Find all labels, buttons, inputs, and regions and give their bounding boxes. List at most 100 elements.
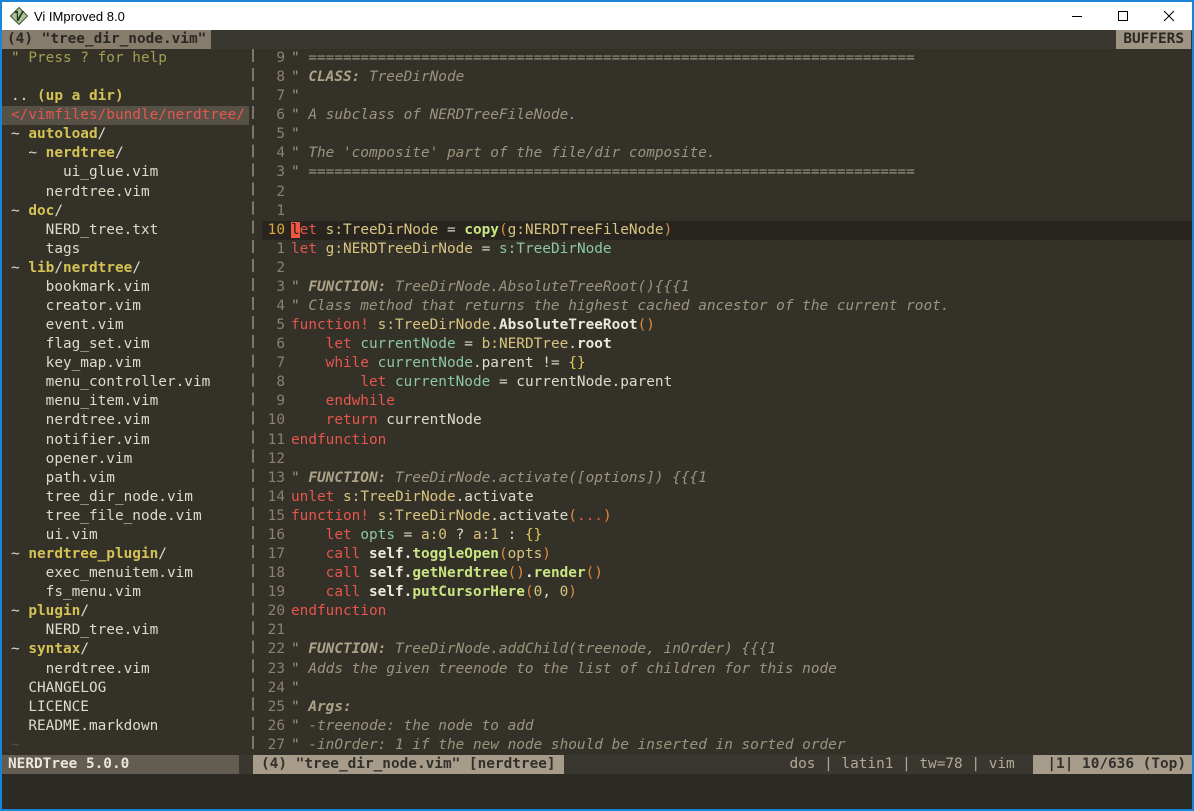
row-text: ~ autoload/ [11, 126, 106, 142]
tree-item[interactable]: notifier.vim [2, 431, 249, 450]
tree-item[interactable]: ~ nerdtree/ [2, 144, 249, 163]
tree-item[interactable]: path.vim [2, 469, 249, 488]
code-line[interactable]: 1 [262, 202, 1192, 221]
code-line[interactable]: 5" [262, 125, 1192, 144]
code-line[interactable]: 2 [262, 183, 1192, 202]
tree-item[interactable]: nerdtree.vim [2, 411, 249, 430]
command-line[interactable] [2, 774, 1192, 809]
code-line[interactable]: 22" FUNCTION: TreeDirNode.addChild(treen… [262, 640, 1192, 659]
tree-item[interactable]: tree_dir_node.vim [2, 488, 249, 507]
tree-item[interactable]: CHANGELOG [2, 679, 249, 698]
token-tx: / [54, 260, 63, 276]
tree-item[interactable]: tree_file_node.vim [2, 507, 249, 526]
window-split-separator[interactable] [249, 49, 262, 755]
tree-item[interactable]: ~ nerdtree_plugin/ [2, 545, 249, 564]
code-line[interactable]: 23" Adds the given treenode to the list … [262, 660, 1192, 679]
code-line[interactable]: 19 call self.putCursorHere(0, 0) [262, 583, 1192, 602]
tree-item[interactable]: nerdtree.vim [2, 183, 249, 202]
tree-item[interactable] [2, 68, 249, 87]
code-line[interactable]: 7" [262, 87, 1192, 106]
tree-item[interactable]: ~ autoload/ [2, 125, 249, 144]
tree-item[interactable]: .. (up a dir) [2, 87, 249, 106]
code-line[interactable]: 11endfunction [262, 431, 1192, 450]
code-line[interactable]: 12 [262, 450, 1192, 469]
tree-item[interactable]: bookmark.vim [2, 278, 249, 297]
tree-item[interactable]: menu_controller.vim [2, 373, 249, 392]
code-line[interactable]: 3" FUNCTION: TreeDirNode.AbsoluteTreeRoo… [262, 278, 1192, 297]
code-line[interactable]: 27" -inOrder: 1 if the new node should b… [262, 736, 1192, 755]
code-line[interactable]: 1let g:NERDTreeDirNode = s:TreeDirNode [262, 240, 1192, 259]
tree-item[interactable]: fs_menu.vim [2, 583, 249, 602]
code-line[interactable]: 9 endwhile [262, 392, 1192, 411]
tree-item[interactable]: flag_set.vim [2, 335, 249, 354]
code-line[interactable]: 3" =====================================… [262, 163, 1192, 182]
tree-item[interactable]: ~ plugin/ [2, 602, 249, 621]
code-line[interactable]: 15function! s:TreeDirNode.activate(...) [262, 507, 1192, 526]
tree-item[interactable]: " Press ? for help [2, 49, 249, 68]
code-line[interactable]: 4" Class method that returns the highest… [262, 297, 1192, 316]
token-id: s:TreeDirNode [326, 222, 439, 238]
code-line[interactable]: 13" FUNCTION: TreeDirNode.activate([opti… [262, 469, 1192, 488]
tree-item[interactable]: LICENCE [2, 698, 249, 717]
token-c: " The 'composite' part of the file/dir c… [291, 145, 716, 161]
tab-tree-dir-node[interactable]: (4) "tree_dir_node.vim" [2, 30, 211, 49]
code-line[interactable]: 6 let currentNode = b:NERDTree.root [262, 335, 1192, 354]
code-line[interactable]: 26" -treenode: the node to add [262, 717, 1192, 736]
line-number: 15 [262, 507, 285, 526]
minimize-button[interactable] [1054, 2, 1100, 30]
token-c: " ======================================… [291, 50, 915, 66]
code-line[interactable]: 7 while currentNode.parent != {} [262, 354, 1192, 373]
status-gap [239, 755, 253, 774]
tree-item[interactable]: README.markdown [2, 717, 249, 736]
code-line[interactable]: 9" =====================================… [262, 49, 1192, 68]
tree-item[interactable]: nerdtree.vim [2, 660, 249, 679]
code-line[interactable]: 18 call self.getNerdtree().render() [262, 564, 1192, 583]
tree-item[interactable]: event.vim [2, 316, 249, 335]
tree-item[interactable]: menu_item.vim [2, 392, 249, 411]
code-line[interactable]: 2 [262, 259, 1192, 278]
code-line[interactable]: 6" A subclass of NERDTreeFileNode. [262, 106, 1192, 125]
tree-item[interactable]: tags [2, 240, 249, 259]
close-button[interactable] [1146, 2, 1192, 30]
tree-item[interactable]: ~ syntax/ [2, 640, 249, 659]
code-line[interactable]: 10let s:TreeDirNode = copy(g:NERDTreeFil… [262, 221, 1192, 240]
tree-item[interactable]: exec_menuitem.vim [2, 564, 249, 583]
tree-item[interactable]: opener.vim [2, 450, 249, 469]
token-c: " Class method that returns the highest … [291, 298, 949, 314]
token-tl: opts [360, 527, 395, 543]
row-text: return currentNode [291, 411, 482, 430]
token-id: 0 [534, 584, 543, 600]
tree-item[interactable]: ~ [2, 736, 249, 755]
tree-item[interactable]: NERD_tree.txt [2, 221, 249, 240]
code-line[interactable]: 21 [262, 621, 1192, 640]
tree-item[interactable]: ui.vim [2, 526, 249, 545]
code-line[interactable]: 8" CLASS: TreeDirNode [262, 68, 1192, 87]
code-line[interactable]: 17 call self.toggleOpen(opts) [262, 545, 1192, 564]
code-line[interactable]: 4" The 'composite' part of the file/dir … [262, 144, 1192, 163]
code-line[interactable]: 10 return currentNode [262, 411, 1192, 430]
maximize-button[interactable] [1100, 2, 1146, 30]
tree-item[interactable]: ~ lib/nerdtree/ [2, 259, 249, 278]
tree-item[interactable]: ~ doc/ [2, 202, 249, 221]
tree-item[interactable]: </vimfiles/bundle/nerdtree/ [2, 106, 249, 125]
code-line[interactable]: 20endfunction [262, 602, 1192, 621]
code-line[interactable]: 14unlet s:TreeDirNode.activate [262, 488, 1192, 507]
code-line[interactable]: 24" [262, 679, 1192, 698]
token-tx [11, 393, 46, 409]
code-line[interactable]: 25" Args: [262, 698, 1192, 717]
code-line[interactable]: 8 let currentNode = currentNode.parent [262, 373, 1192, 392]
tree-item[interactable]: key_map.vim [2, 354, 249, 373]
tree-item[interactable]: NERD_tree.vim [2, 621, 249, 640]
row-text: while currentNode.parent != {} [291, 354, 586, 373]
token-tx [317, 241, 326, 257]
code-line[interactable]: 5function! s:TreeDirNode.AbsoluteTreeRoo… [262, 316, 1192, 335]
line-number: 20 [262, 602, 285, 621]
line-number: 14 [262, 488, 285, 507]
row-text: README.markdown [11, 718, 158, 734]
line-number: 8 [262, 68, 285, 87]
buffers-tab[interactable]: BUFFERS [1116, 30, 1191, 49]
code-line[interactable]: 16 let opts = a:0 ? a:1 : {} [262, 526, 1192, 545]
token-c: " [291, 88, 308, 104]
tree-item[interactable]: creator.vim [2, 297, 249, 316]
tree-item[interactable]: ui_glue.vim [2, 163, 249, 182]
